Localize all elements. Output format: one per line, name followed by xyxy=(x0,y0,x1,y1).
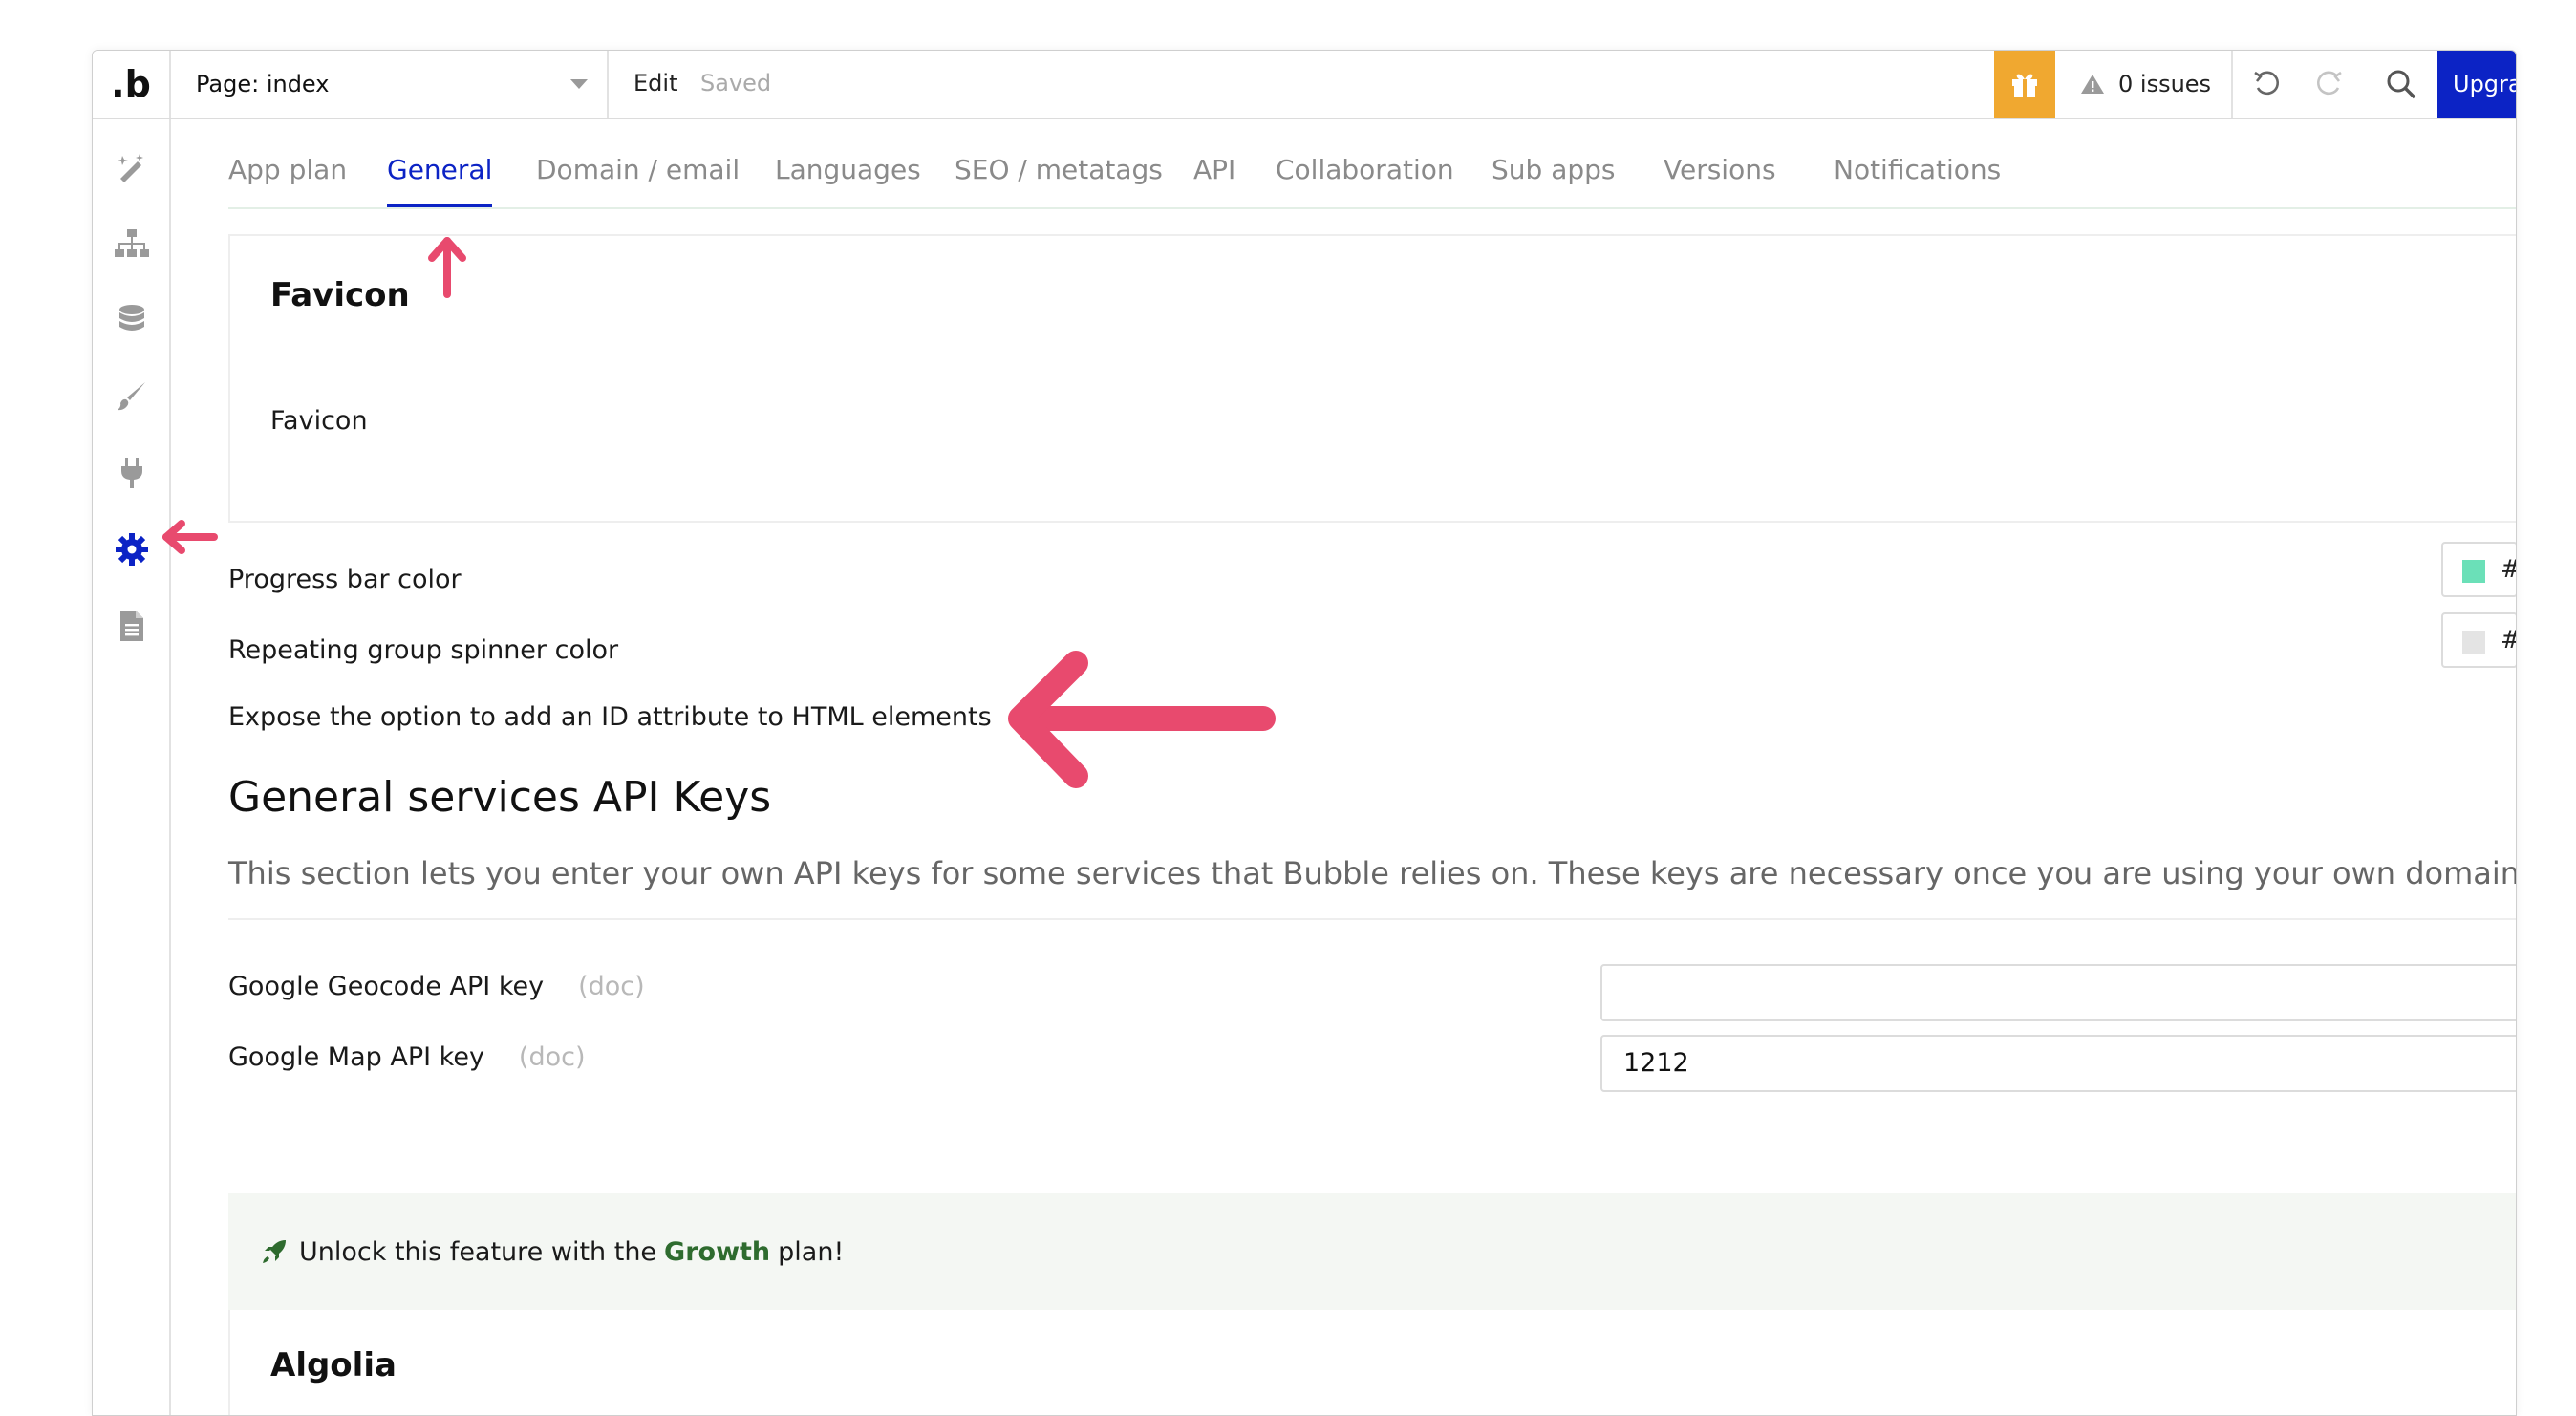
arrow-left-small-icon xyxy=(162,520,218,554)
annotation-arrows xyxy=(162,237,1276,788)
arrow-up-icon xyxy=(428,237,466,298)
arrow-left-large-icon xyxy=(1008,651,1276,788)
